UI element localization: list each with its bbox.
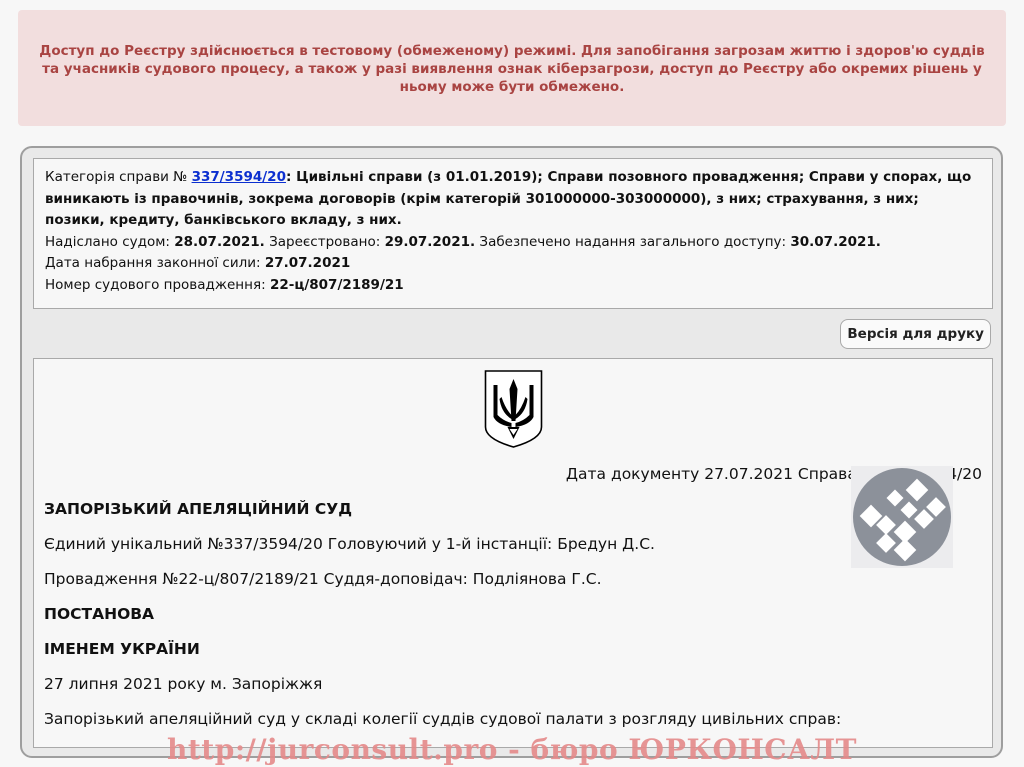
case-number-link[interactable]: 337/3594/20 xyxy=(192,169,286,185)
legal-force-label: Дата набрання законної сили: xyxy=(45,255,265,271)
proceeding-number: 22-ц/807/2189/21 xyxy=(269,276,404,293)
legal-force-date: 27.07.2021 xyxy=(264,255,351,271)
case-dates-row: Надіслано судом: 28.07.2021. Зареєстрова… xyxy=(45,232,981,254)
proceeding-label: Номер судового провадження: xyxy=(45,276,270,293)
date-place-line: 27 липня 2021 року м. Запоріжжя xyxy=(44,675,323,693)
access-warning-banner: Доступ до Реєстру здійснюється в тестово… xyxy=(18,10,1006,126)
registered-label: Зареєстровано: xyxy=(264,233,385,250)
case-info-panel: Категорія справи № 337/3594/20: Цивільні… xyxy=(33,158,993,309)
dots-badge-icon xyxy=(853,468,951,566)
in-the-name-heading: ІМЕНЕМ УКРАЇНИ xyxy=(44,640,200,658)
sent-label: Надіслано судом: xyxy=(45,233,175,250)
public-access-label: Забезпечено надання загального доступу: xyxy=(475,233,791,250)
unique-number-line: Єдиний унікальний №337/3594/20 Головуючи… xyxy=(44,535,655,553)
trident-coat-of-arms-icon xyxy=(484,370,543,448)
document-body: Дата документу 27.07.2021 Справа № 337/3… xyxy=(33,358,993,748)
legal-force-row: Дата набрання законної сили: 27.07.2021 xyxy=(45,253,981,275)
category-label: Категорія справи № xyxy=(45,169,192,185)
proceeding-number-row: Номер судового провадження: 22-ц/807/218… xyxy=(45,275,981,297)
proceeding-line: Провадження №22-ц/807/2189/21 Суддя-допо… xyxy=(44,570,602,588)
case-card: Категорія справи № 337/3594/20: Цивільні… xyxy=(20,146,1003,758)
resolution-heading: ПОСТАНОВА xyxy=(44,605,155,623)
court-name: ЗАПОРІЗЬКИЙ АПЕЛЯЦІЙНИЙ СУД xyxy=(44,500,353,518)
sent-date: 28.07.2021. xyxy=(174,233,265,250)
intro-paragraph: Запорізький апеляційний суд у складі кол… xyxy=(44,710,842,728)
registered-date: 29.07.2021. xyxy=(384,233,476,250)
print-version-button[interactable]: Версія для друку xyxy=(840,319,991,349)
watermark-badge xyxy=(851,466,953,568)
watermark-text: http://jurconsult.pro - бюро ЮРКОНСАЛТ xyxy=(167,733,857,766)
public-access-date: 30.07.2021. xyxy=(790,233,881,250)
case-category-row: Категорія справи № 337/3594/20: Цивільні… xyxy=(45,167,981,232)
access-warning-text: Доступ до Реєстру здійснюється в тестово… xyxy=(39,43,985,95)
